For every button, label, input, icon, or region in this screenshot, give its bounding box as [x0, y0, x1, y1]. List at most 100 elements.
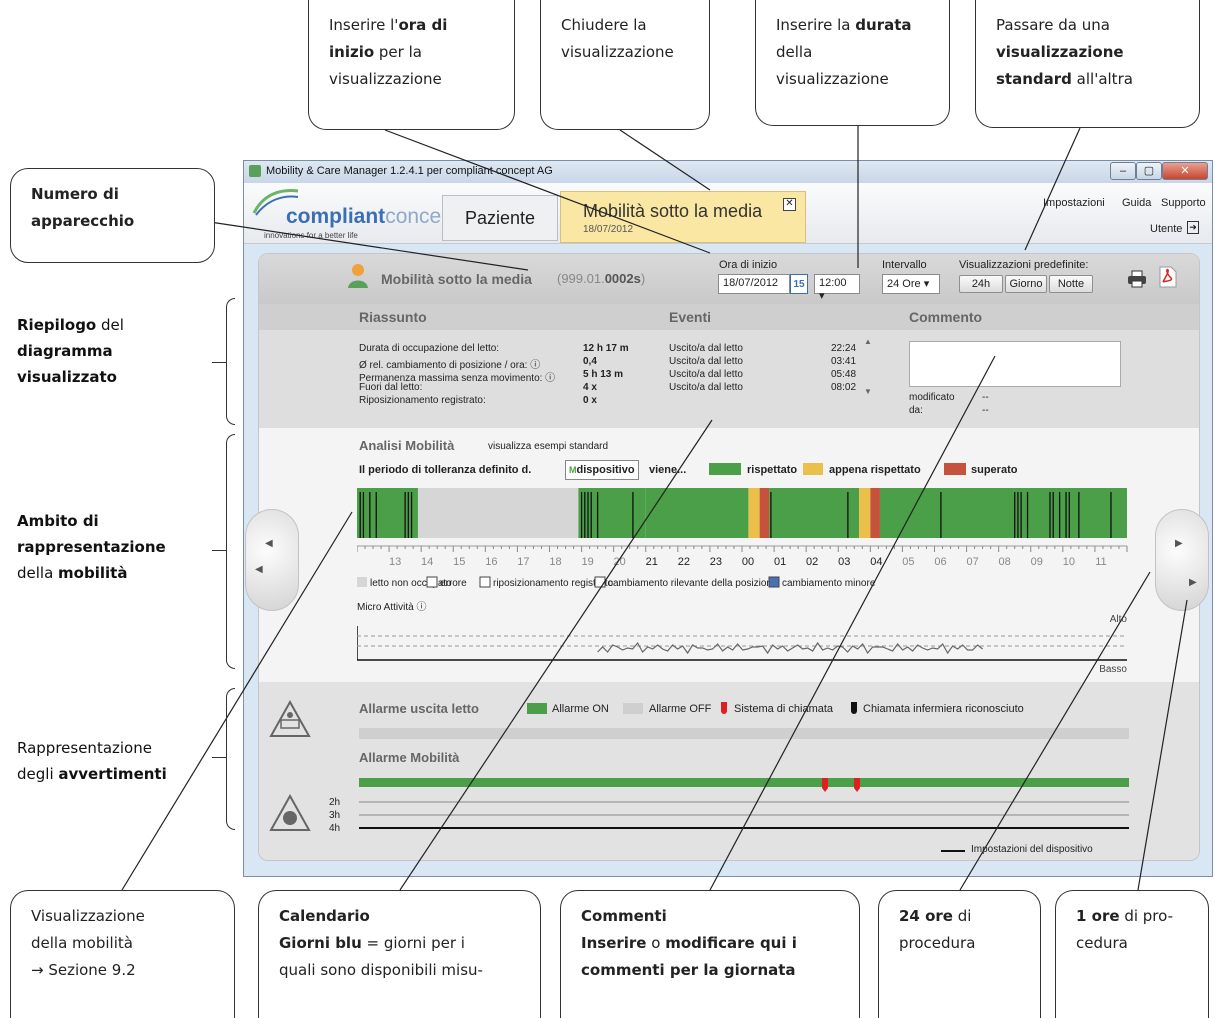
bracket-summary [226, 298, 235, 425]
legend2-label: errore [440, 578, 467, 589]
close-window-button[interactable]: ✕ [1162, 162, 1208, 180]
bed-exit-warning-icon [269, 700, 311, 737]
callout-duration: Inserire la durata della visualizzazione [755, 0, 950, 126]
legend-nurse-ack: Chiamata infermiera riconosciuto [863, 703, 1024, 715]
hour-label: 07 [966, 556, 978, 568]
tab-mobility-active[interactable]: Mobilità sotto la media 18/07/2012 ✕ [560, 191, 806, 243]
prev-24h-arrow-icon[interactable]: ◀ [265, 538, 273, 549]
legend-alarm-off: Allarme OFF [649, 703, 712, 715]
next-day-button[interactable] [1155, 509, 1209, 611]
logo-bold: compliant [286, 205, 386, 228]
mobility-alarm-bar [359, 778, 1129, 787]
events-heading: Eventi [669, 309, 712, 325]
callout-1h: 1 ore di pro-cedura [1055, 890, 1209, 1018]
alarm-section: Allarme uscita letto Allarme ON Allarme … [259, 682, 1199, 860]
summary-heading: Riassunto [359, 309, 427, 325]
user-label[interactable]: Utente [1150, 223, 1182, 235]
legend2-swatch [768, 576, 780, 588]
tab-patient[interactable]: Paziente [442, 195, 558, 241]
bracket-warnings-tick [212, 757, 226, 758]
tolerance-device-button[interactable]: Mdispositivo [565, 460, 639, 480]
legend-call-system: Sistema di chiamata [734, 703, 834, 715]
summary-header-row: Riassunto Eventi Commento [259, 304, 1199, 330]
micro-high-label: Alto [1110, 614, 1128, 625]
start-time-value: 12:00 [819, 277, 847, 289]
call-system-marker-icon [721, 702, 727, 714]
legend-superato: superato [971, 464, 1018, 476]
legend-red-swatch [944, 463, 966, 475]
mobility-band-green [769, 488, 860, 538]
calendar-icon[interactable]: 15 [790, 274, 808, 294]
next-24h-arrow-icon[interactable]: ▶ [1175, 538, 1183, 549]
tab-close-icon[interactable]: ✕ [783, 198, 796, 211]
start-time-select[interactable]: 12:00 ▾ [814, 274, 860, 302]
logo: compliantconcept [286, 205, 459, 229]
label-summary: Riepilogo del diagramma visualizzato [17, 312, 207, 390]
callout-calendar: Calendario Giorni blu = giorni per i quali… [258, 890, 541, 1018]
predefined-views-label: Visualizzazioni predefinite: [959, 259, 1089, 271]
pdf-icon[interactable] [1159, 266, 1177, 288]
alarm-level-label: 4h [329, 823, 340, 834]
callout-mobility-line3: → Sezione 9.2 [31, 961, 136, 979]
label-mobility-p3: mobilità [58, 564, 128, 582]
mobility-section: Analisi Mobilità visualizza esempi stand… [259, 428, 1199, 682]
bracket-mobility [226, 434, 235, 669]
comment-textarea[interactable] [909, 341, 1121, 387]
summary-row-label: Durata di occupazione del letto: [359, 343, 500, 354]
minimize-button[interactable]: – [1110, 162, 1136, 180]
hour-label: 06 [934, 556, 946, 568]
callout-comments-or: o [646, 934, 666, 952]
print-icon[interactable] [1127, 270, 1147, 288]
maximize-button[interactable]: ▢ [1136, 162, 1162, 180]
label-summary-p3: diagramma visualizzato [17, 342, 117, 386]
legend-rispettato: rispettato [747, 464, 798, 476]
callout-duration-p1: Inserire la [776, 16, 856, 34]
link-help[interactable]: Guida [1122, 197, 1151, 209]
events-scrollbar[interactable]: ▲ ▼ [863, 337, 873, 413]
mobility-subtitle[interactable]: visualizza esempi standard [488, 441, 608, 452]
hour-label: 02 [806, 556, 818, 568]
start-date-input[interactable]: 18/07/2012 [718, 274, 790, 294]
summary-row-value: 12 h 17 m [583, 343, 629, 354]
callout-1h-line2: cedura [1076, 934, 1128, 952]
patient-avatar-icon [348, 264, 368, 288]
mobility-timeline[interactable]: 13 14 15 16 17 18 19 20 21 22 23 00 01 02 03 04 05 06 07 08… [357, 488, 1129, 674]
hour-label: 11 [1095, 556, 1106, 568]
callout-calendar-line3: quali sono disponibili misu- [279, 961, 483, 979]
event-row-label: Uscito/a dal letto [669, 343, 743, 354]
device-prefix: (999.01. [557, 271, 605, 286]
bracket-warnings [226, 688, 235, 830]
modified-by-label: da: [909, 405, 923, 416]
device-settings-line-icon [941, 850, 965, 852]
title-bar: Mobility & Care Manager 1.2.4.1 per comp… [244, 161, 1212, 183]
prev-day-button[interactable] [245, 509, 299, 611]
mobility-band-red [870, 488, 880, 538]
next-1h-arrow-icon[interactable]: ▶ [1189, 577, 1197, 588]
label-mobility-area: Ambito di rappresentazione della mobilit… [17, 508, 197, 586]
bed-exit-alarm-bar [359, 728, 1129, 739]
legend-yellow-swatch [803, 463, 823, 475]
view-header: Mobilità sotto la media (999.01.0002s) O… [259, 254, 1199, 304]
logout-icon[interactable]: ➜ [1187, 221, 1199, 234]
interval-select[interactable]: 24 Ore ▾ [882, 274, 940, 294]
summary-row-label: Fuori dal letto: [359, 382, 423, 393]
device-tag-icon: M [569, 465, 577, 475]
window-title: Mobility & Care Manager 1.2.4.1 per comp… [266, 165, 553, 177]
callout-duration-p2: durata [855, 16, 912, 34]
legend2-swatch [479, 576, 491, 588]
hour-label: 05 [902, 556, 914, 568]
view-24h-button[interactable]: 24h [959, 275, 1003, 293]
app-window: Mobility & Care Manager 1.2.4.1 per comp… [243, 160, 1213, 877]
prev-1h-arrow-icon[interactable]: ◀ [255, 564, 263, 575]
legend-green-swatch [709, 463, 741, 475]
view-night-button[interactable]: Notte [1049, 275, 1093, 293]
view-day-button[interactable]: Giorno [1005, 275, 1047, 293]
alarm-level-label: 2h [329, 797, 340, 808]
label-warnings-p2: avvertimenti [58, 765, 167, 783]
call-system-marker [822, 778, 828, 792]
callout-start-time-p1: Inserire l' [329, 16, 399, 34]
link-support[interactable]: Supporto [1161, 197, 1206, 209]
callout-calendar-title: Calendario [279, 907, 370, 925]
callout-close-view: Chiudere la visualizzazione [540, 0, 710, 130]
link-settings[interactable]: Impostazioni [1043, 197, 1105, 209]
